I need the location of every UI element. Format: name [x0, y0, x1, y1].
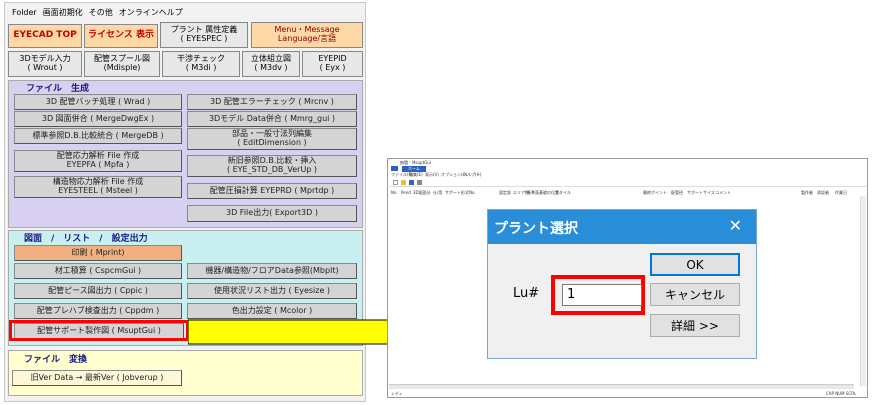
export3d-button[interactable]: 3D File出力( Export3D ): [187, 205, 357, 222]
col-header: 基準面: [527, 190, 539, 195]
menu-online-help[interactable]: オンラインヘルプ: [119, 7, 183, 18]
section-drawing-list-title: 図面 / リスト / 設定出力: [24, 234, 148, 244]
lu-input[interactable]: 1: [562, 284, 642, 306]
app-menu-edit[interactable]: 編集(E): [409, 172, 423, 178]
horizontal-scrollbar[interactable]: [389, 384, 854, 389]
col-header: 仕/用: [433, 190, 443, 195]
lu-input-value: 1: [567, 287, 576, 302]
app-menubar: ファイル(F) 編集(E) 表示(V) オプション(O) ヘルプ(H): [389, 172, 866, 178]
app-menu-view[interactable]: 表示(V): [425, 172, 439, 178]
version-up-button[interactable]: 旧Ver Data → 最新Ver ( Jobverup ): [12, 370, 182, 386]
dialog-titlebar: プラント選択 ✕: [488, 210, 756, 244]
col-header: No.: [391, 190, 398, 195]
open-file-icon[interactable]: [401, 180, 406, 185]
3d-model-input-button[interactable]: 3Dモデル入力 ( Wrout ): [8, 51, 82, 77]
usage-list-button[interactable]: 使用状況リスト出力 ( Eyesize ): [187, 283, 357, 299]
close-icon[interactable]: ✕: [729, 216, 742, 235]
cancel-button[interactable]: キャンセル: [650, 283, 740, 306]
col-header: スタイル: [555, 190, 571, 195]
edit-dimension-button[interactable]: 部品・一般寸法列編集 ( EditDimension ): [187, 128, 357, 150]
col-header: 作業日: [835, 190, 847, 195]
print-icon[interactable]: [417, 180, 422, 185]
status-ready: レディ: [391, 391, 403, 396]
col-header: 3D図面分: [413, 190, 431, 195]
3d-model-data-merge-button[interactable]: 3Dモデル Data併合 ( Mmrg_gui ): [187, 111, 357, 127]
col-header: 固定部: [499, 190, 511, 195]
lu-label: Lu#: [513, 286, 540, 301]
license-display-button[interactable]: ライセンス 表示: [84, 24, 158, 48]
dialog-title: プラント選択: [494, 221, 578, 237]
ok-button[interactable]: OK: [650, 253, 740, 276]
menubar: Folder 画面初期化 その他 オンラインヘルプ: [8, 4, 363, 20]
steel-stress-file-button[interactable]: 構造物応力解析 File 作成 EYESTEEL ( Msteel ): [14, 176, 182, 198]
app-menu-help[interactable]: ヘルプ(H): [463, 172, 481, 178]
col-header: 最終ポイント: [643, 190, 667, 195]
3d-assembly-button[interactable]: 立体組立図 ( M3dv ): [242, 51, 300, 77]
3d-drawing-merge-button[interactable]: 3D 図面併合 ( MergeDwgEx ): [14, 111, 182, 127]
plant-select-dialog: プラント選択 ✕ Lu# 1 OK キャンセル 詳細 >>: [487, 209, 757, 359]
menu-folder[interactable]: Folder: [12, 8, 37, 17]
col-header: Pend: [401, 190, 411, 195]
col-header: サポート形式No.: [445, 190, 476, 195]
pipe-piece-drawing-button[interactable]: 配管ピース図出力 ( Cppic ): [14, 283, 182, 299]
section-file-create-title: ファイル 生成: [26, 84, 90, 94]
menu-other[interactable]: その他: [89, 7, 113, 18]
menu-init-screen[interactable]: 画面初期化: [43, 7, 83, 18]
col-header: サポートサイズ: [687, 190, 715, 195]
col-header: 製作者: [801, 190, 813, 195]
app-table-header: No. Pend 3D図面分 仕/用 サポート形式No. 固定部 エリア数 基準…: [389, 190, 866, 196]
db-compare-insert-button[interactable]: 新旧参照D.B.比較・挿入 ( EYE_STD_DB_VerUp ): [187, 155, 357, 177]
pressure-drop-button[interactable]: 配管圧損計算 EYEPRD ( Mprtdp ): [187, 183, 357, 199]
eyecad-top-button[interactable]: EYECAD TOP: [8, 24, 82, 48]
interference-check-button[interactable]: 干渉チェック ( M3di ): [162, 51, 240, 77]
new-file-icon[interactable]: [393, 180, 398, 185]
col-header: 配管径: [671, 190, 683, 195]
3d-batch-button[interactable]: 3D 配管バッチ処理 ( Wrad ): [14, 94, 182, 110]
plant-attribute-button[interactable]: プラント 属性定義 ( EYESPEC ): [160, 22, 248, 48]
app-icon: [391, 166, 398, 171]
save-file-icon[interactable]: [409, 180, 414, 185]
equipment-data-ref-button[interactable]: 機器/構造物/フロアData参照(Mbplt): [187, 263, 357, 279]
support-drawing-highlight: [9, 320, 189, 341]
section-file-convert-title: ファイル 変換: [24, 355, 88, 365]
app-toolbar: [389, 179, 866, 187]
3d-error-check-button[interactable]: 3D 配管エラーチェック ( Mrcnv ): [187, 94, 357, 110]
pipe-stress-file-button[interactable]: 配管応力解析 File 作成 EYEPFA ( Mpfa ): [14, 150, 182, 172]
prefab-inspection-button[interactable]: 配管プレハブ検査出力 ( Cppdm ): [14, 303, 182, 319]
col-header: コメント: [715, 190, 731, 195]
menu-message-language-button[interactable]: Menu・Message Language/言語: [251, 22, 363, 48]
standard-db-merge-button[interactable]: 標準参照D.B.比較統合 ( MergeDB ): [14, 128, 182, 144]
vertical-scrollbar[interactable]: [860, 196, 866, 386]
eyepid-button[interactable]: EYEPID ( Eyx ): [302, 51, 363, 77]
material-estimate-button[interactable]: 材工積算 ( CspcmGui ): [14, 263, 182, 279]
piping-spool-button[interactable]: 配管スプール図 (Mdisple): [84, 51, 160, 77]
col-header: 承認者: [817, 190, 829, 195]
status-indicators: CAP NUM SCRL: [826, 391, 857, 396]
detail-button[interactable]: 詳細 >>: [650, 314, 740, 337]
print-button[interactable]: 印刷 ( Mprint): [14, 245, 182, 261]
